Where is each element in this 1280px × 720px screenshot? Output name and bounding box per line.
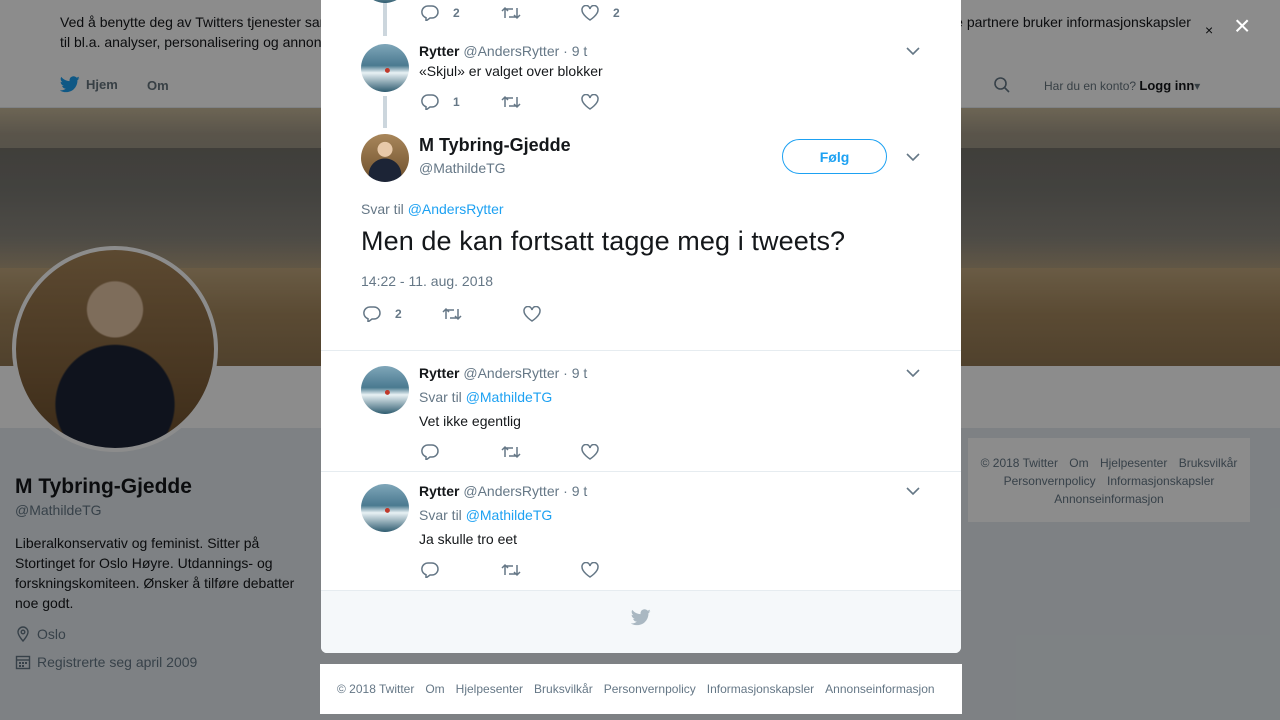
- tweet-header: Rytter @AndersRytter · 9 t: [419, 483, 587, 499]
- reply-icon: [421, 444, 439, 460]
- reply-count: 2: [395, 307, 402, 321]
- tweet-time[interactable]: · 9 t: [563, 43, 587, 59]
- retweet-action[interactable]: [501, 94, 521, 110]
- reply-action[interactable]: 1: [421, 94, 460, 110]
- reply-prefix: Svar til: [419, 507, 462, 523]
- tweet-text: Vet ikke egentlig: [419, 413, 521, 429]
- retweet-icon: [501, 6, 521, 20]
- like-icon: [581, 94, 599, 110]
- reply-to-link[interactable]: @MathildeTG: [466, 389, 553, 405]
- retweet-action[interactable]: [501, 562, 521, 578]
- main-tweet-timestamp[interactable]: 14:22 - 11. aug. 2018: [361, 273, 493, 289]
- like-icon: [523, 306, 541, 322]
- twitter-bird-icon: [631, 609, 651, 626]
- reply-action[interactable]: [421, 562, 439, 578]
- like-action[interactable]: [581, 94, 599, 110]
- modal-footer: © 2018 Twitter Om Hjelpesenter Bruksvilk…: [320, 664, 962, 714]
- follow-button[interactable]: Følg: [782, 139, 887, 174]
- footer-link-terms[interactable]: Bruksvilkår: [534, 682, 593, 696]
- like-action[interactable]: [523, 306, 541, 322]
- main-author-handle[interactable]: @MathildeTG: [419, 160, 506, 176]
- chevron-down-icon[interactable]: [906, 368, 920, 378]
- retweet-icon: [501, 95, 521, 109]
- reply-icon: [421, 94, 439, 110]
- author-handle[interactable]: @AndersRytter: [463, 365, 559, 381]
- avatar[interactable]: [361, 0, 409, 3]
- close-icon[interactable]: ×: [1234, 12, 1250, 40]
- footer-copyright: © 2018 Twitter: [337, 682, 415, 696]
- reply-count: 2: [453, 6, 460, 20]
- reply-prefix: Svar til: [419, 389, 462, 405]
- reply-context: Svar til @MathildeTG: [419, 507, 552, 523]
- retweet-icon: [501, 445, 521, 459]
- footer-link-help[interactable]: Hjelpesenter: [456, 682, 523, 696]
- divider: [321, 350, 961, 351]
- reply-action[interactable]: 2: [421, 5, 460, 21]
- main-tweet-text: Men de kan fortsatt tagge meg i tweets?: [361, 226, 846, 256]
- chevron-down-icon[interactable]: [906, 486, 920, 496]
- retweet-action[interactable]: [501, 444, 521, 460]
- tweet-time[interactable]: · 9 t: [563, 483, 587, 499]
- tweet-text: «Skjul» er valget over blokker: [419, 63, 603, 79]
- retweet-icon: [501, 563, 521, 577]
- avatar[interactable]: [361, 134, 409, 182]
- reply-icon: [363, 306, 381, 322]
- author-name[interactable]: Rytter: [419, 43, 459, 59]
- thread-line: [383, 0, 387, 36]
- reply-action[interactable]: [421, 444, 439, 460]
- reply-icon: [421, 5, 439, 21]
- author-handle[interactable]: @AndersRytter: [463, 43, 559, 59]
- like-action[interactable]: [581, 444, 599, 460]
- reply-context: Svar til @MathildeTG: [419, 389, 552, 405]
- thread-line: [383, 96, 387, 128]
- chevron-down-icon[interactable]: [906, 46, 920, 56]
- reply-to-link[interactable]: @MathildeTG: [466, 507, 553, 523]
- footer-link-privacy[interactable]: Personvernpolicy: [604, 682, 696, 696]
- divider: [321, 471, 961, 472]
- chevron-down-icon[interactable]: [906, 152, 920, 162]
- like-action[interactable]: [581, 562, 599, 578]
- avatar[interactable]: [361, 484, 409, 532]
- reply-count: 1: [453, 95, 460, 109]
- avatar[interactable]: [361, 44, 409, 92]
- tweet-header: Rytter @AndersRytter · 9 t: [419, 365, 587, 381]
- author-name[interactable]: Rytter: [419, 365, 459, 381]
- reply-icon: [421, 562, 439, 578]
- retweet-action[interactable]: [501, 5, 521, 21]
- reply-prefix: Svar til: [361, 201, 404, 217]
- footer-link-about[interactable]: Om: [425, 682, 444, 696]
- tweet-permalink-modal: 2 2 Rytter @AndersRytter · 9 t «Skjul» e…: [321, 0, 961, 653]
- like-action[interactable]: 2: [581, 5, 620, 21]
- footer-link-cookies[interactable]: Informasjonskapsler: [707, 682, 814, 696]
- modal-bottom-bar: [321, 590, 961, 653]
- footer-link-ads[interactable]: Annonseinformasjon: [825, 682, 934, 696]
- like-icon: [581, 5, 599, 21]
- reply-action[interactable]: 2: [363, 306, 402, 322]
- author-handle[interactable]: @AndersRytter: [463, 483, 559, 499]
- like-icon: [581, 444, 599, 460]
- tweet-time[interactable]: · 9 t: [563, 365, 587, 381]
- reply-to-link[interactable]: @AndersRytter: [408, 201, 504, 217]
- author-name[interactable]: Rytter: [419, 483, 459, 499]
- like-icon: [581, 562, 599, 578]
- avatar[interactable]: [361, 366, 409, 414]
- tweet-text: Ja skulle tro eet: [419, 531, 518, 547]
- like-count: 2: [613, 6, 620, 20]
- tweet-header: Rytter @AndersRytter · 9 t: [419, 43, 587, 59]
- retweet-action[interactable]: [442, 306, 462, 322]
- retweet-icon: [442, 307, 462, 321]
- main-author-name[interactable]: M Tybring-Gjedde: [419, 135, 571, 156]
- reply-context: Svar til @AndersRytter: [361, 201, 504, 217]
